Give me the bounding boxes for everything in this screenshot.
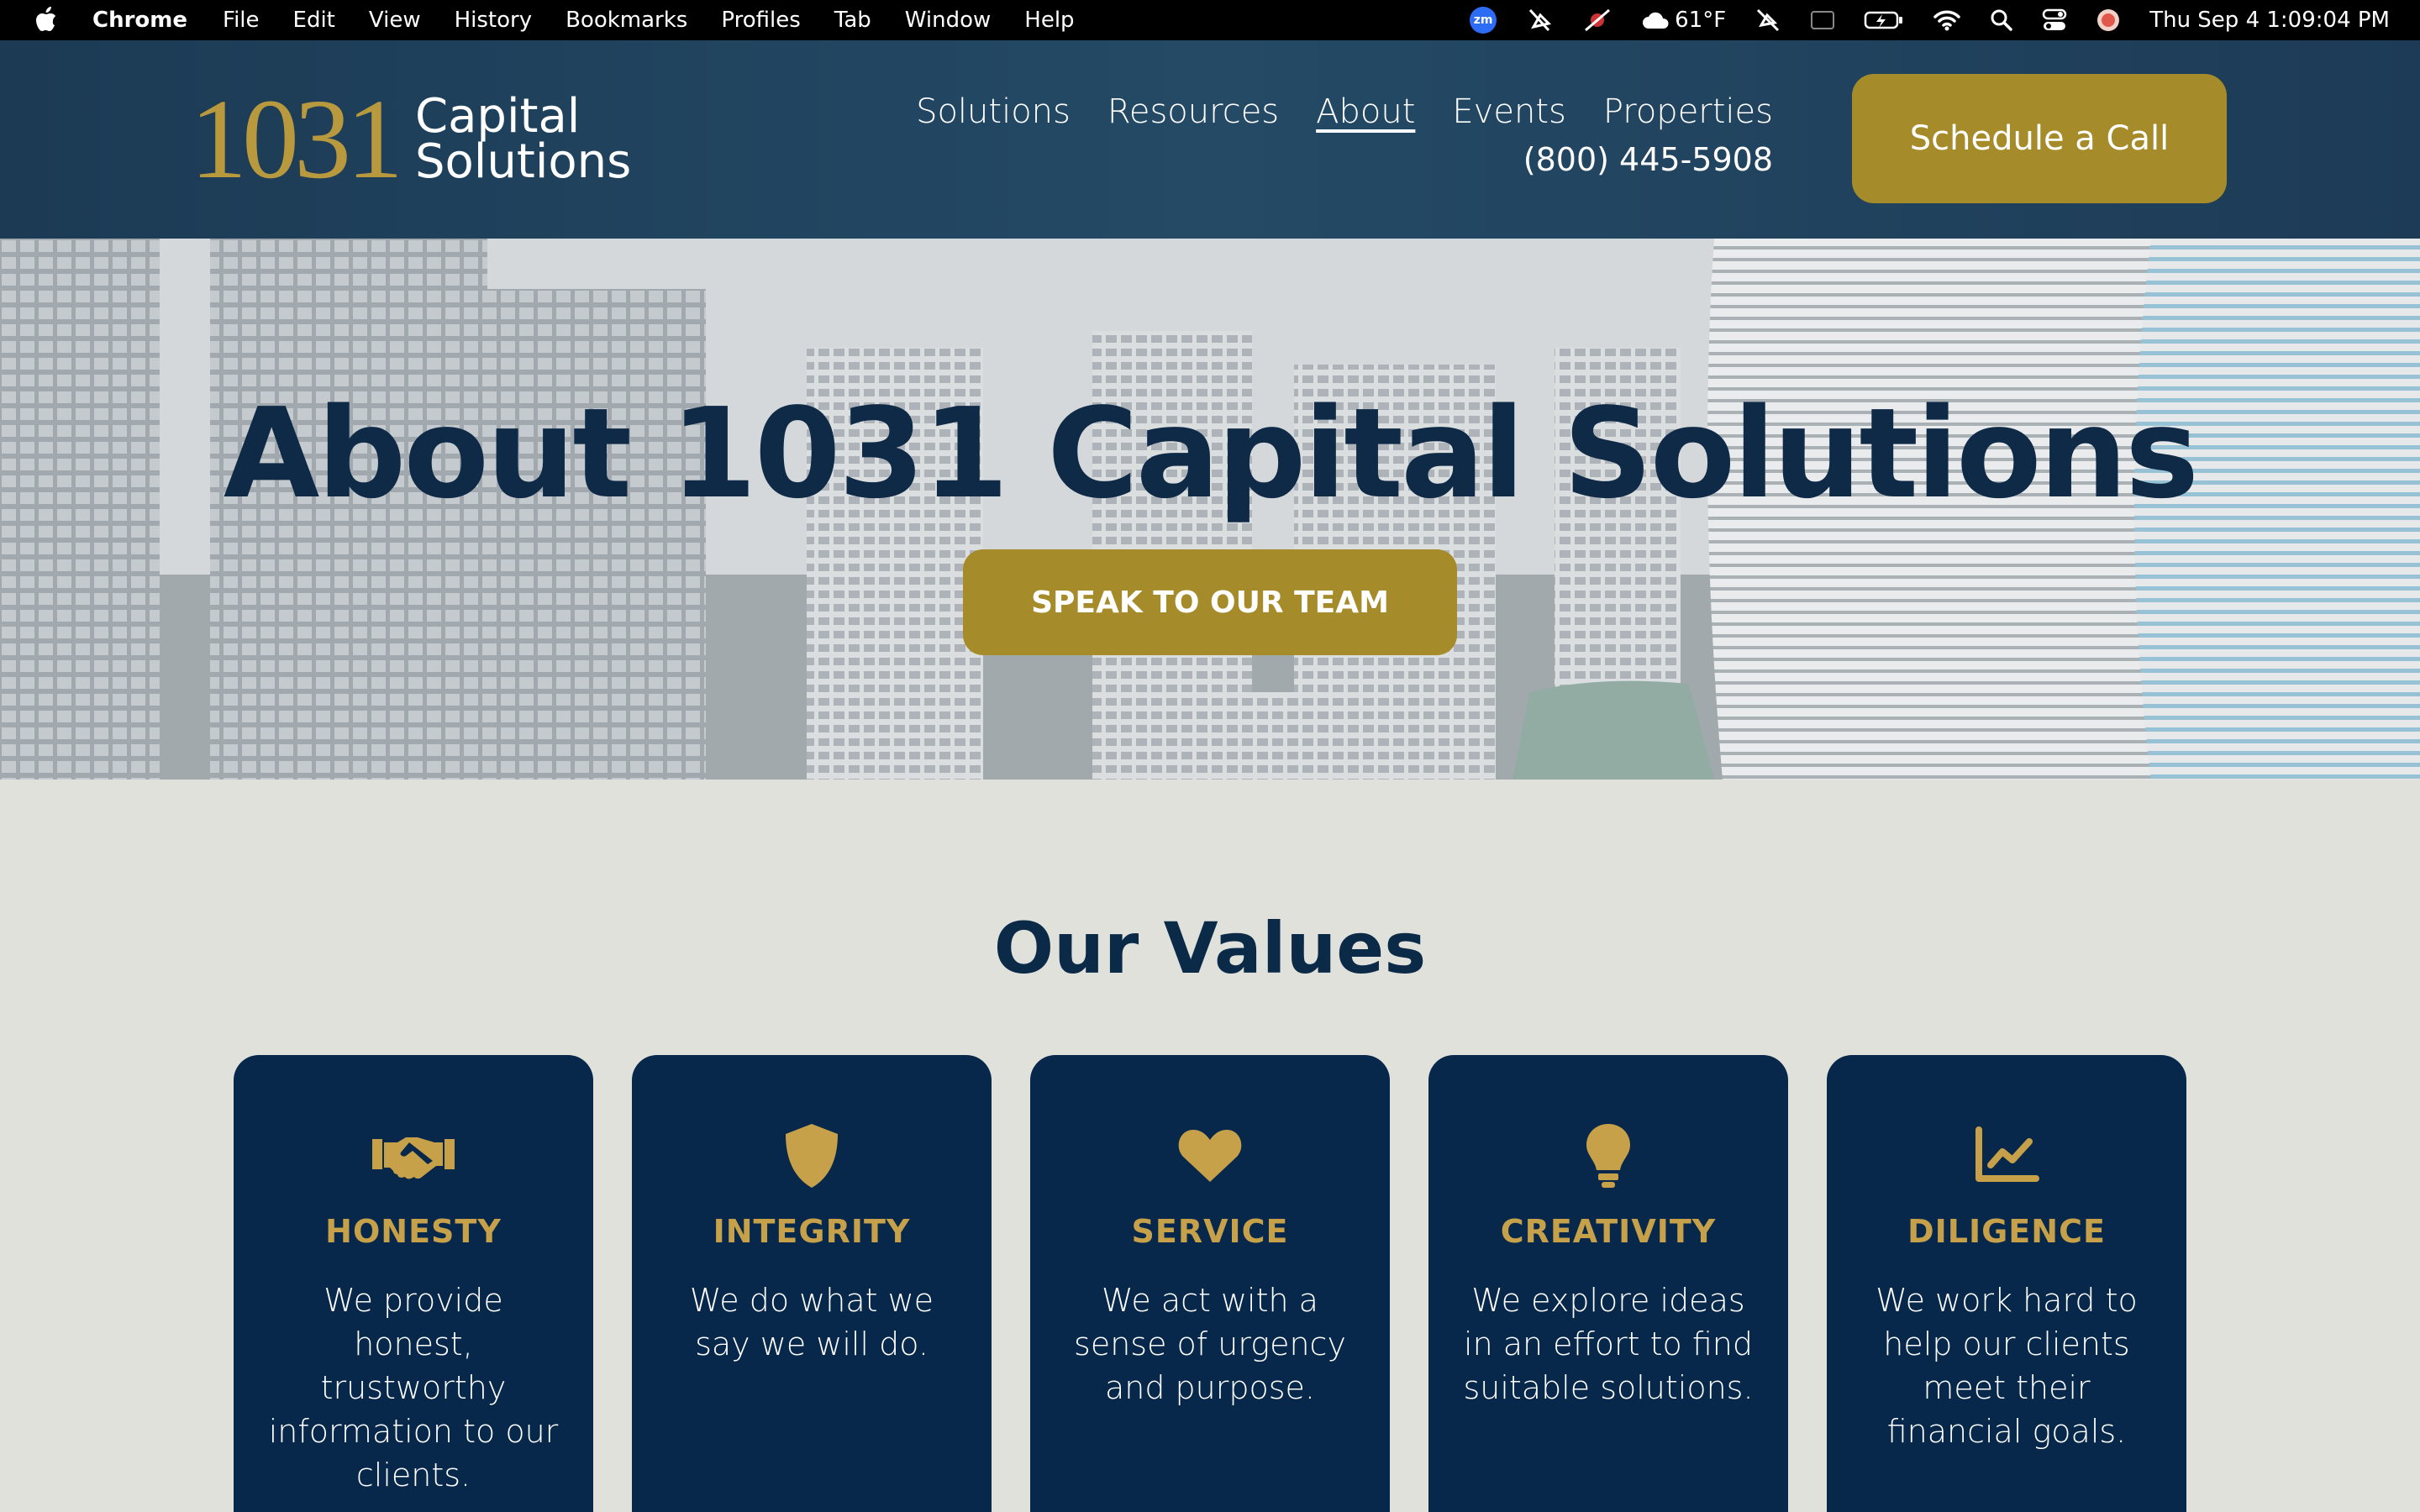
menu-help[interactable]: Help [1024, 8, 1074, 33]
value-text: We explore ideas in an effort to find su… [1463, 1282, 1754, 1406]
value-card-service: SERVICE We act with a sense of urgency a… [1030, 1055, 1390, 1512]
value-card-diligence: DILIGENCE We work hard to help our clien… [1827, 1055, 2186, 1512]
menu-bookmarks[interactable]: Bookmarks [566, 8, 687, 33]
value-text: We work hard to help our clients meet th… [1876, 1282, 2138, 1450]
temperature-text: 61°F [1675, 8, 1727, 33]
logo-number: 1031 [190, 76, 403, 202]
menubar-clock[interactable]: Thu Sep 4 1:09:04 PM [2149, 8, 2390, 33]
menu-view[interactable]: View [369, 8, 421, 33]
value-title: CREATIVITY [1500, 1213, 1717, 1250]
battery-icon[interactable] [1864, 10, 1904, 30]
nav-resources[interactable]: Resources [1107, 92, 1279, 131]
lightbulb-icon [1585, 1122, 1632, 1189]
broadcast-icon[interactable] [1525, 7, 1554, 34]
nav-properties[interactable]: Properties [1603, 92, 1773, 131]
value-text: We act with a sense of urgency and purpo… [1074, 1282, 1346, 1406]
value-text: We do what we say we will do. [689, 1282, 934, 1362]
menu-bar: Chrome File Edit View History Bookmarks … [0, 0, 2420, 40]
handshake-icon [372, 1122, 455, 1189]
schedule-call-button[interactable]: Schedule a Call [1852, 74, 2227, 203]
phone-link[interactable]: (800) 445-5908 [1523, 141, 1773, 178]
nav-about[interactable]: About [1316, 92, 1415, 131]
cloud-icon [1643, 12, 1669, 29]
value-card-creativity: CREATIVITY We explore ideas in an effort… [1428, 1055, 1788, 1512]
speak-to-team-button[interactable]: SPEAK TO OUR TEAM [963, 549, 1457, 655]
menu-app-name[interactable]: Chrome [92, 8, 187, 33]
menu-tab[interactable]: Tab [834, 8, 871, 33]
weather-widget[interactable]: 61°F [1641, 8, 1726, 33]
shield-icon [782, 1122, 841, 1189]
value-title: DILIGENCE [1907, 1213, 2106, 1250]
menu-profiles[interactable]: Profiles [721, 8, 800, 33]
wifi-icon[interactable] [1933, 9, 1961, 31]
menu-edit[interactable]: Edit [293, 8, 335, 33]
screen-mirror-icon[interactable] [1810, 9, 1835, 31]
control-center-icon[interactable] [2042, 8, 2067, 32]
logo-word-solutions: Solutions [415, 134, 632, 189]
main-nav: Solutions Resources About Events Propert… [879, 92, 1773, 178]
logo-words: Capital Solutions [415, 93, 631, 186]
menu-file[interactable]: File [223, 8, 260, 33]
value-text: We provide honest, trustworthy informati… [268, 1282, 559, 1494]
zoom-app-icon[interactable]: zm [1470, 7, 1497, 34]
value-card-honesty: HONESTY We provide honest, trustworthy i… [234, 1055, 593, 1512]
line-chart-icon [1974, 1122, 2039, 1189]
nav-events[interactable]: Events [1452, 92, 1565, 131]
menu-history[interactable]: History [455, 8, 533, 33]
nav-links: Solutions Resources About Events Propert… [879, 92, 1773, 131]
menu-window[interactable]: Window [905, 8, 992, 33]
spotlight-search-icon[interactable] [1990, 8, 2013, 32]
profile-avatar-icon[interactable] [2096, 8, 2121, 33]
site-logo[interactable]: 1031 Capital Solutions [190, 82, 631, 197]
hero-title: About 1031 Capital Solutions [223, 381, 2199, 526]
nav-solutions[interactable]: Solutions [916, 92, 1071, 131]
vpn-icon[interactable] [1754, 7, 1781, 34]
site-header: 1031 Capital Solutions Solutions Resourc… [0, 40, 2420, 239]
heart-icon [1177, 1122, 1243, 1189]
status-area: zm 61°F Thu Sep 4 1:09:04 PM [1441, 0, 2390, 40]
hero-section: About 1031 Capital Solutions SPEAK TO OU… [0, 239, 2420, 780]
value-title: HONESTY [325, 1213, 502, 1250]
extension-icon[interactable] [1582, 7, 1612, 34]
values-heading: Our Values [993, 907, 1427, 990]
value-card-integrity: INTEGRITY We do what we say we will do. [632, 1055, 992, 1512]
value-title: INTEGRITY [713, 1213, 911, 1250]
value-title: SERVICE [1131, 1213, 1289, 1250]
values-cards: HONESTY We provide honest, trustworthy i… [234, 1055, 2186, 1512]
apple-icon[interactable] [34, 6, 59, 34]
